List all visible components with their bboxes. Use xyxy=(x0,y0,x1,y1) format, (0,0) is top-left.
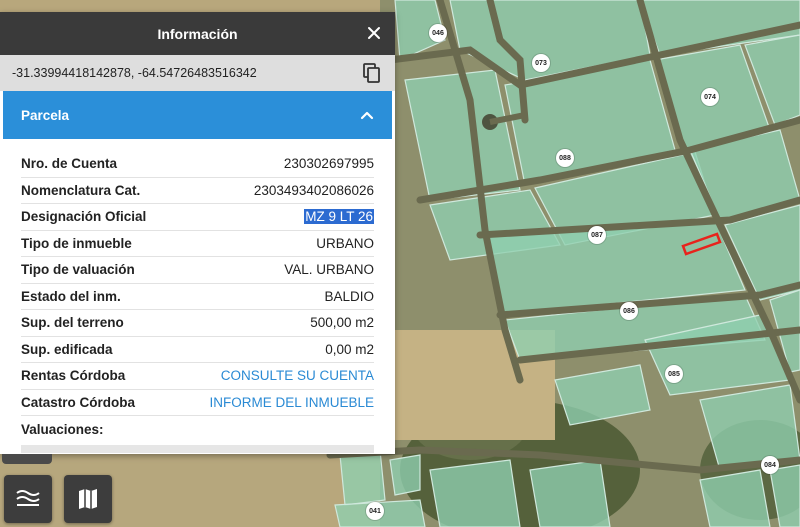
property-value-selected: MZ 9 LT 26 xyxy=(304,209,374,225)
property-key: Sup. del terreno xyxy=(21,315,124,331)
property-key: Valuaciones: xyxy=(21,421,104,437)
lot-label: 088 xyxy=(556,149,574,167)
property-row: Nro. de Cuenta 230302697995 xyxy=(21,151,374,178)
close-button[interactable] xyxy=(363,22,385,44)
property-value: 230302697995 xyxy=(283,156,374,172)
property-key: Rentas Córdoba xyxy=(21,368,126,384)
property-key: Catastro Córdoba xyxy=(21,394,136,410)
property-key: Tipo de valuación xyxy=(21,262,135,278)
parcela-section-header[interactable]: Parcela xyxy=(3,91,392,139)
hidden-control-edge xyxy=(2,454,52,464)
property-value: 500,00 m2 xyxy=(310,315,374,331)
property-key: Designación Oficial xyxy=(21,209,147,225)
close-icon xyxy=(368,27,380,39)
property-key: Nro. de Cuenta xyxy=(21,156,118,172)
lot-label: 085 xyxy=(665,365,683,383)
property-row: Rentas Córdoba CONSULTE SU CUENTA xyxy=(21,363,374,390)
coordinates-text: -31.33994418142878, -64.54726483516342 xyxy=(12,66,257,80)
property-row: Designación Oficial MZ 9 LT 26 xyxy=(21,204,374,231)
property-row: Estado del inm. BALDIO xyxy=(21,284,374,310)
property-value: URBANO xyxy=(316,235,374,251)
property-row: Tipo de inmueble URBANO xyxy=(21,231,374,257)
property-row: Nomenclatura Cat. 2303493402086026 xyxy=(21,178,374,204)
panel-title: Información xyxy=(157,25,238,42)
property-row: Tipo de valuación VAL. URBANO xyxy=(21,257,374,284)
property-row: Catastro Córdoba INFORME DEL INMUEBLE xyxy=(21,390,374,416)
property-row: Sup. del terreno 500,00 m2 xyxy=(21,310,374,337)
section-title: Parcela xyxy=(21,107,70,123)
property-row: Valuaciones: xyxy=(21,416,374,443)
lot-label: 074 xyxy=(701,88,719,106)
property-list: Nro. de Cuenta 230302697995 Nomenclatura… xyxy=(3,139,392,453)
lot-label: 087 xyxy=(588,226,606,244)
copy-icon xyxy=(363,63,380,83)
rentas-link[interactable]: CONSULTE SU CUENTA xyxy=(221,368,374,383)
layers-button[interactable] xyxy=(4,475,52,523)
lot-label: 046 xyxy=(429,24,447,42)
coordinates-bar: -31.33994418142878, -64.54726483516342 xyxy=(0,55,395,91)
property-value: 2303493402086026 xyxy=(253,182,374,198)
property-value: BALDIO xyxy=(324,288,374,304)
property-row: Sup. edificada 0,00 m2 xyxy=(21,337,374,363)
property-key: Estado del inm. xyxy=(21,288,121,304)
property-key: Sup. edificada xyxy=(21,341,113,357)
copy-button[interactable] xyxy=(361,62,383,84)
lot-label: 073 xyxy=(532,54,550,72)
basemap-button[interactable] xyxy=(64,475,112,523)
property-key: Tipo de inmueble xyxy=(21,235,132,251)
property-value: VAL. URBANO xyxy=(284,262,374,278)
lot-label: 041 xyxy=(366,502,384,520)
chevron-up-icon[interactable] xyxy=(360,110,374,120)
info-panel: Información -31.33994418142878, -64.5472… xyxy=(0,12,395,454)
catastro-link[interactable]: INFORME DEL INMUEBLE xyxy=(209,395,374,410)
lot-label: 086 xyxy=(620,302,638,320)
map-icon xyxy=(79,489,97,509)
property-value: 0,00 m2 xyxy=(325,341,374,357)
property-key: Nomenclatura Cat. xyxy=(21,182,141,198)
layers-icon xyxy=(16,490,40,506)
panel-header: Información xyxy=(0,12,395,55)
valuaciones-table-edge xyxy=(21,444,374,453)
lot-label: 084 xyxy=(761,456,779,474)
